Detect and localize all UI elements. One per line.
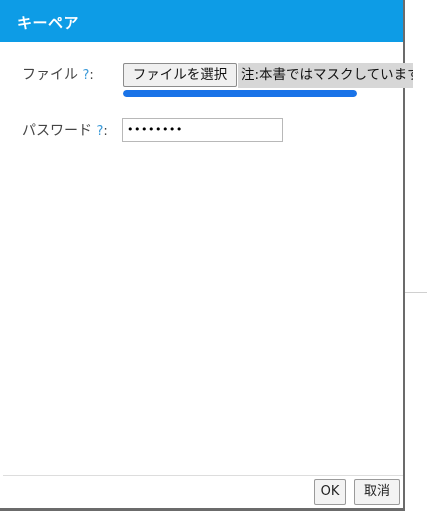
password-label: パスワード ?:: [22, 120, 108, 140]
file-label: ファイル ?:: [22, 64, 94, 84]
file-label-colon: :: [89, 68, 94, 83]
dialog-titlebar: キーペア: [0, 0, 403, 42]
cancel-button[interactable]: 取消: [354, 479, 400, 505]
footer-divider: [3, 475, 403, 476]
password-label-colon: :: [103, 124, 108, 139]
upload-progress-bar: [123, 90, 357, 97]
dialog-title: キーペア: [17, 14, 80, 32]
masked-filename-note: 注:本書ではマスクしています: [238, 63, 413, 88]
password-input[interactable]: ••••••••: [122, 118, 283, 142]
backdrop-edge-right: [405, 28, 427, 498]
keypair-dialog: キーペア ファイル ?: ファイルを選択 注:本書ではマスクしています パスワー…: [0, 0, 413, 511]
backdrop-divider: [405, 292, 427, 293]
upload-progress-fill: [123, 90, 357, 97]
ok-button[interactable]: OK: [314, 479, 346, 505]
choose-file-button[interactable]: ファイルを選択: [123, 63, 237, 87]
file-label-text: ファイル: [22, 67, 78, 83]
password-label-text: パスワード: [22, 123, 92, 139]
